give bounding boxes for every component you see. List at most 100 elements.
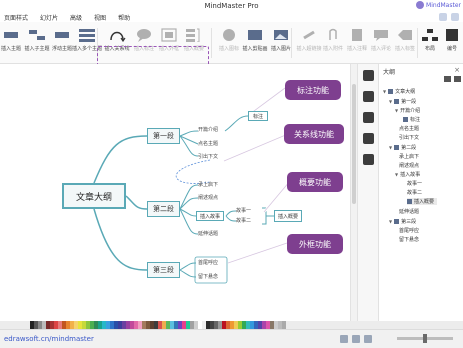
numbering-button[interactable]: 编号	[435, 26, 463, 60]
root-topic[interactable]: 文章大纲	[62, 183, 126, 209]
close-icon[interactable]: ×	[454, 66, 460, 74]
callout-topic[interactable]: 标注	[248, 111, 269, 121]
topic-node-icon	[394, 145, 400, 150]
image-icon	[274, 30, 288, 40]
outline-panel: 大纲 × ▼ 文章大纲 ▼ 第一段 ▼ 开篇介绍 标注 点名主题 引出下文 ▼ 第二段 …	[378, 64, 463, 321]
user-name: MindMaster	[426, 1, 461, 9]
clipart-panel-icon[interactable]	[362, 112, 374, 123]
outline-export-icon[interactable]	[454, 76, 461, 82]
side-panel-tabs	[357, 64, 378, 321]
avatar	[416, 1, 425, 9]
branch-topic[interactable]: 第三段	[147, 262, 180, 278]
outline-title: 大纲	[383, 69, 396, 76]
outline-item[interactable]: 阐述观点	[399, 162, 419, 169]
expand-icon: ▼	[389, 145, 393, 150]
fullscreen-icon[interactable]	[352, 335, 360, 343]
outline-item[interactable]: 首尾呼应	[399, 227, 419, 234]
floating-topic-icon	[55, 32, 69, 38]
subtopic[interactable]: 留下悬念	[198, 273, 218, 280]
status-bar: edrawsoft.cn/mindmaster	[0, 329, 463, 348]
task-panel-icon[interactable]	[362, 154, 374, 165]
outline-item[interactable]: ▼ 第三段	[389, 218, 416, 225]
outline-item[interactable]: ▼ 插入故事	[395, 171, 420, 178]
outline-item[interactable]: ▼ 第一段	[389, 98, 416, 105]
outline-item[interactable]: 故事二	[407, 189, 422, 196]
callout-icon	[137, 29, 151, 42]
fit-page-icon[interactable]	[340, 335, 348, 343]
branch-topic[interactable]: 第二段	[147, 201, 180, 217]
relationship-feature-label: 关系线功能	[284, 124, 344, 144]
format-icon[interactable]	[362, 70, 374, 81]
expand-icon: ▼	[389, 99, 393, 104]
summary-feature-label: 概要功能	[287, 172, 343, 192]
color-palette	[0, 321, 463, 329]
summary-node-icon	[407, 199, 412, 204]
menu-slides[interactable]: 幻灯片	[40, 13, 58, 22]
topic-node-icon	[394, 219, 400, 224]
boundary-icon	[161, 28, 177, 42]
settings-icon[interactable]	[451, 13, 459, 21]
outline-item[interactable]: 标注	[403, 116, 420, 123]
boundary-feature-label: 外框功能	[287, 234, 343, 254]
multiple-topics-icon	[79, 29, 95, 42]
ribbon-toolbar: 插入主题 插入子主题 浮动主题 插入多个主题 插入关系线 插入标注 插入外框 插…	[0, 22, 463, 83]
subtopic[interactable]: 首尾呼应	[198, 259, 218, 266]
story-topic[interactable]: 故事二	[236, 217, 251, 224]
zoom-knob[interactable]	[423, 334, 427, 343]
outline-item[interactable]: ▼ 开篇介绍	[395, 107, 420, 114]
connector-lines	[93, 86, 291, 284]
relationship-icon	[110, 31, 126, 42]
subtopic[interactable]: 引出下文	[198, 153, 218, 160]
branch-topic[interactable]: 第一段	[147, 128, 180, 144]
topic-icon	[4, 32, 18, 38]
menu-bar: 页面样式 幻灯片 高级 视图 帮助	[0, 12, 463, 22]
zoom-slider[interactable]	[397, 334, 453, 343]
mindmap-canvas[interactable]: 文章大纲 第一段 第二段 第三段 开篇介绍 点名主题 引出下文 标注 承上启下 …	[0, 64, 350, 321]
menu-advanced[interactable]: 高级	[70, 13, 82, 22]
mark-panel-icon[interactable]	[362, 91, 374, 102]
subtopic[interactable]: 点名主题	[198, 140, 218, 147]
outline-item[interactable]: 延伸话题	[399, 208, 419, 215]
outline-item[interactable]: 引出下文	[399, 134, 419, 141]
subtopic-icon	[29, 30, 45, 40]
outline-toolbar	[381, 76, 461, 84]
subtopic[interactable]: 开篇介绍	[198, 126, 218, 133]
user-account[interactable]: MindMaster	[416, 1, 461, 9]
share-icon[interactable]	[439, 13, 447, 21]
outline-item[interactable]: 插入概要	[407, 198, 438, 205]
vertical-scrollbar[interactable]	[350, 64, 357, 321]
expand-icon: ▼	[389, 219, 393, 224]
outline-panel-icon[interactable]	[362, 133, 374, 144]
expand-icon: ▼	[395, 108, 399, 113]
outline-item[interactable]: 承上启下	[399, 153, 419, 160]
website-link[interactable]: edrawsoft.cn/mindmaster	[4, 335, 94, 343]
menu-help[interactable]: 帮助	[118, 13, 130, 22]
callout-node-icon	[403, 117, 408, 122]
subtopic[interactable]: 延伸话题	[198, 230, 218, 237]
subtopic[interactable]: 承上启下	[198, 181, 218, 188]
summary-topic[interactable]: 插入概要	[274, 210, 303, 222]
subtopic[interactable]: 插入故事	[196, 211, 225, 221]
outline-item[interactable]: 点名主题	[399, 125, 419, 132]
outline-item[interactable]: 留下悬念	[399, 236, 419, 243]
presentation-icon[interactable]	[364, 335, 372, 343]
callout-feature-label: 标注功能	[285, 80, 341, 100]
window-tools	[439, 13, 459, 21]
menu-page-style[interactable]: 页面样式	[4, 13, 28, 22]
scroll-thumb[interactable]	[352, 84, 356, 204]
menu-view[interactable]: 视图	[94, 13, 106, 22]
tag-icon	[398, 30, 412, 40]
outline-view-icon[interactable]	[444, 76, 451, 82]
app-title: MindMaster Pro	[204, 2, 259, 10]
clipart-icon	[248, 30, 262, 40]
outline-item[interactable]: ▼ 文章大纲	[383, 88, 415, 95]
story-topic[interactable]: 故事一	[236, 207, 251, 214]
mark-icon	[223, 29, 235, 41]
outline-item[interactable]: 故事一	[407, 180, 422, 187]
expand-icon: ▼	[395, 172, 399, 177]
title-bar: MindMaster Pro MindMaster	[0, 0, 463, 12]
summary-icon	[186, 28, 200, 42]
expand-icon: ▼	[383, 89, 387, 94]
subtopic[interactable]: 阐述观点	[198, 194, 218, 201]
outline-item[interactable]: ▼ 第二段	[389, 144, 416, 151]
